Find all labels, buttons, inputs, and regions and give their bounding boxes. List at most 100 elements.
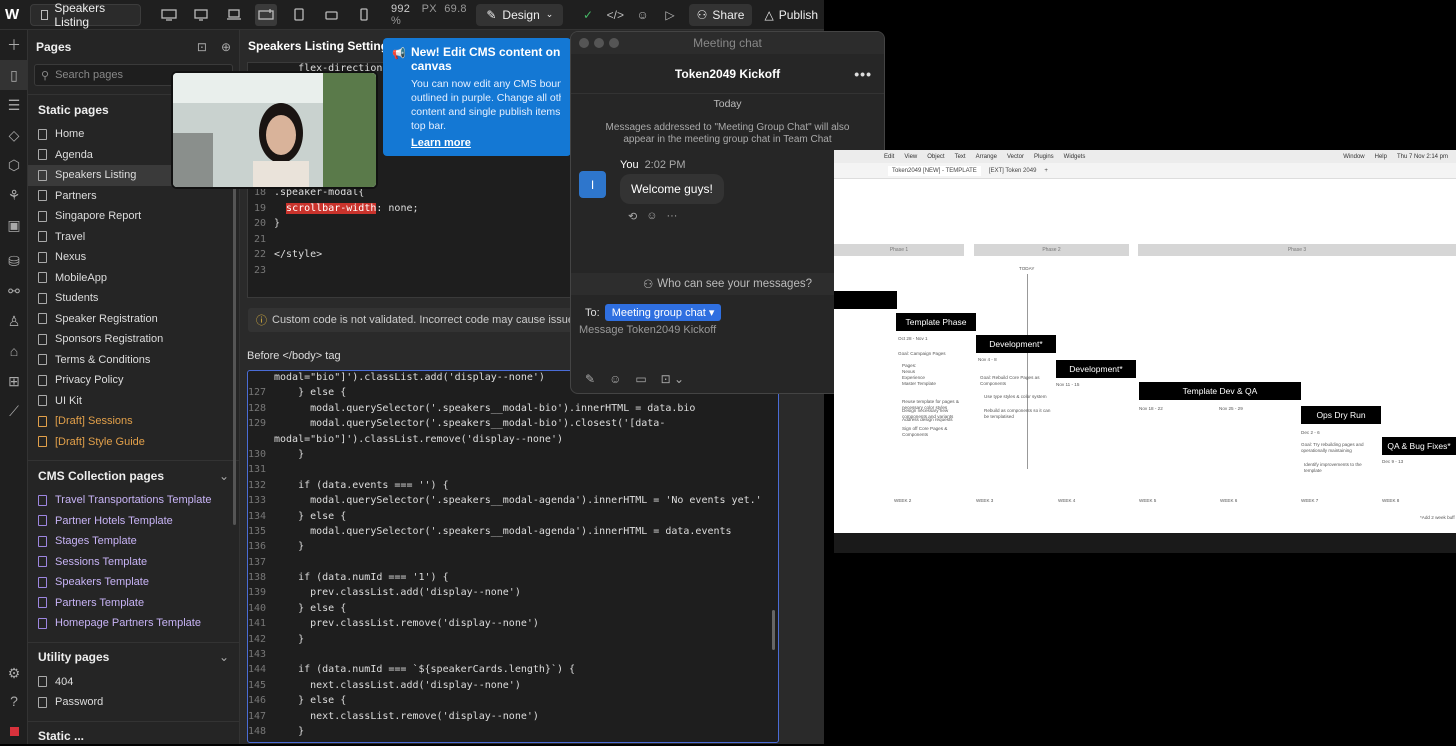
format-icon[interactable]: ✎ bbox=[585, 372, 595, 386]
page-list-item[interactable]: [Draft] Style Guide bbox=[28, 432, 239, 453]
today-marker: TODAY bbox=[1019, 266, 1035, 271]
page-list-item[interactable]: Nexus bbox=[28, 247, 239, 268]
more-pages-header[interactable]: Static ... bbox=[28, 720, 239, 745]
page-doc-icon bbox=[38, 617, 47, 629]
page-doc-icon bbox=[38, 597, 47, 609]
chevron-down-icon: ⌄ bbox=[545, 9, 554, 19]
page-list-label: Travel Transportations Template bbox=[55, 494, 212, 507]
laptop-icon[interactable] bbox=[222, 4, 245, 26]
message-input[interactable]: Message Token2049 Kickoff bbox=[579, 324, 716, 336]
page-list-item[interactable]: Travel Transportations Template bbox=[28, 490, 239, 511]
page-list-item[interactable]: Password bbox=[28, 692, 239, 713]
page-list-item[interactable]: 404 bbox=[28, 672, 239, 693]
page-list-item[interactable]: Speakers Template bbox=[28, 572, 239, 593]
page-list-item[interactable]: Privacy Policy bbox=[28, 370, 239, 391]
code-icon[interactable]: </> bbox=[607, 4, 624, 26]
publish-label: Publish bbox=[778, 7, 819, 22]
cms-pages-header[interactable]: CMS Collection pages ⌄ bbox=[28, 460, 239, 490]
apps-icon[interactable]: ⊞ bbox=[0, 366, 28, 396]
tablet-icon[interactable] bbox=[287, 4, 310, 26]
desktop-large-icon[interactable] bbox=[157, 4, 180, 26]
desktop-base-breakpoint-icon[interactable] bbox=[254, 3, 278, 26]
page-list-item[interactable]: Homepage Partners Template bbox=[28, 613, 239, 634]
code-line: 129 modal.querySelector('.speakers__moda… bbox=[248, 418, 778, 433]
users-icon[interactable]: ♙ bbox=[0, 306, 28, 336]
learn-more-link[interactable]: Learn more bbox=[411, 137, 561, 149]
page-list-item[interactable]: Singapore Report bbox=[28, 206, 239, 227]
participant-video[interactable] bbox=[171, 71, 378, 189]
new-folder-icon[interactable]: ⊡ bbox=[197, 40, 207, 54]
code-text: } else { bbox=[274, 510, 347, 522]
page-list-item[interactable]: [Draft] Sessions bbox=[28, 411, 239, 432]
record-icon[interactable] bbox=[0, 716, 28, 746]
add-icon[interactable]: ＋ bbox=[0, 30, 28, 60]
more-options-icon[interactable]: ••• bbox=[854, 66, 872, 82]
mobile-landscape-icon[interactable] bbox=[320, 4, 343, 26]
code-editor-scrollbar[interactable] bbox=[772, 610, 775, 650]
ecommerce-icon[interactable]: ⌂ bbox=[0, 336, 28, 366]
file-icon[interactable]: ▭ bbox=[635, 372, 646, 386]
check-circle-icon[interactable]: ✓ bbox=[579, 4, 596, 26]
comment-icon[interactable]: ☺ bbox=[634, 4, 651, 26]
body-code-editor[interactable]: modal="bio"]').classList.add('display--n… bbox=[247, 370, 779, 743]
code-line: 143 bbox=[248, 649, 778, 664]
shared-screen-bezel bbox=[834, 533, 1456, 553]
code-text: modal.querySelector('.speakers__modal-ag… bbox=[274, 495, 762, 507]
variables-icon[interactable]: ⬡ bbox=[0, 150, 28, 180]
page-doc-icon bbox=[38, 676, 47, 688]
minimize-window-icon[interactable] bbox=[594, 38, 604, 48]
line-number: 135 bbox=[248, 525, 267, 537]
page-list-item[interactable]: Stages Template bbox=[28, 531, 239, 552]
pages-icon[interactable]: ▯ bbox=[0, 60, 28, 90]
assets-icon[interactable]: ▣ bbox=[0, 210, 28, 240]
page-doc-icon bbox=[38, 333, 47, 345]
code-text: next.classList.add('display--none') bbox=[274, 679, 521, 691]
emoji-icon[interactable]: ☺ bbox=[609, 372, 621, 386]
analyze-icon[interactable]: ⟋ bbox=[0, 396, 28, 426]
week-label: WEEK 6 bbox=[1220, 498, 1238, 503]
page-list-item[interactable]: MobileApp bbox=[28, 268, 239, 289]
page-list-item[interactable]: Sponsors Registration bbox=[28, 329, 239, 350]
logic-icon[interactable]: ⚯ bbox=[0, 276, 28, 306]
styles-icon[interactable]: ⚘ bbox=[0, 180, 28, 210]
close-window-icon[interactable] bbox=[579, 38, 589, 48]
chat-header: Token2049 Kickoff ••• bbox=[571, 54, 884, 94]
mobile-portrait-icon[interactable] bbox=[352, 4, 375, 26]
message-bubble[interactable]: Welcome guys! bbox=[620, 174, 724, 204]
recipient-selector[interactable]: Meeting group chat ▾ bbox=[604, 304, 722, 321]
timeline-date: Nov 18 - 22 bbox=[1139, 406, 1163, 411]
settings-gear-icon[interactable]: ⚙ bbox=[0, 658, 28, 688]
share-button[interactable]: ⚇ Share bbox=[688, 3, 753, 26]
code-text: prev.classList.add('display--none') bbox=[274, 587, 521, 599]
page-list-item[interactable]: Travel bbox=[28, 227, 239, 248]
reply-icon[interactable]: ⟲ bbox=[628, 210, 637, 223]
page-selector[interactable]: Speakers Listing bbox=[30, 1, 142, 29]
mode-selector[interactable]: ✎ Design ⌄ bbox=[476, 3, 564, 26]
emoji-react-icon[interactable]: ☺ bbox=[646, 210, 657, 223]
more-actions-icon[interactable]: ··· bbox=[666, 210, 677, 223]
help-icon[interactable]: ? bbox=[0, 686, 28, 716]
canvas-width[interactable]: 992 bbox=[391, 3, 410, 15]
page-list-item[interactable]: Students bbox=[28, 288, 239, 309]
goal-item: Identify improvements to the template bbox=[1304, 462, 1362, 473]
cms-icon[interactable]: ⛁ bbox=[0, 246, 28, 276]
webflow-logo[interactable]: W bbox=[0, 0, 24, 30]
code-text: next.classList.remove('display--none') bbox=[274, 710, 539, 722]
page-list-item[interactable]: Terms & Conditions bbox=[28, 350, 239, 371]
components-icon[interactable]: ◇ bbox=[0, 120, 28, 150]
code-line: 20} bbox=[248, 218, 576, 234]
preview-play-icon[interactable]: ▷ bbox=[661, 4, 678, 26]
page-list-item[interactable]: Sessions Template bbox=[28, 552, 239, 573]
navigator-icon[interactable]: ☰ bbox=[0, 90, 28, 120]
publish-button[interactable]: △ Publish bbox=[758, 4, 824, 26]
menubar-item: View bbox=[904, 153, 918, 160]
page-list-item[interactable]: UI Kit bbox=[28, 391, 239, 412]
zoom-window-icon[interactable] bbox=[609, 38, 619, 48]
utility-pages-header[interactable]: Utility pages ⌄ bbox=[28, 641, 239, 672]
screenshot-icon[interactable]: ⊡ ⌄ bbox=[661, 372, 684, 386]
new-page-icon[interactable]: ⊕ bbox=[221, 40, 231, 54]
page-list-item[interactable]: Speaker Registration bbox=[28, 309, 239, 330]
page-list-item[interactable]: Partner Hotels Template bbox=[28, 511, 239, 532]
desktop-icon[interactable] bbox=[190, 4, 213, 26]
page-list-item[interactable]: Partners Template bbox=[28, 593, 239, 614]
